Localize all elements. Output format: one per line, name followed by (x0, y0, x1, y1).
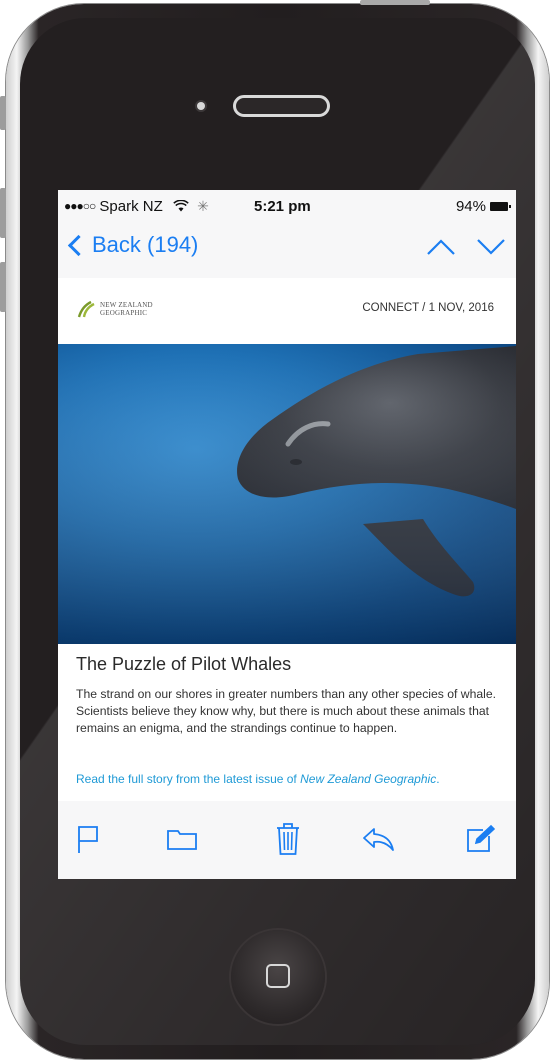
article-body: The strand on our shores in greater numb… (76, 687, 497, 735)
volume-down-button (0, 262, 6, 312)
chevron-up-icon (427, 239, 455, 255)
mail-toolbar (58, 801, 516, 879)
reply-button[interactable] (360, 821, 396, 857)
earpiece-speaker (233, 95, 330, 117)
status-bar: ●●●○○ Spark NZ ✳ 5:21 pm 94% (58, 190, 516, 224)
link-suffix: . (436, 772, 440, 786)
power-button (360, 0, 430, 5)
nz-geographic-logo: NEW ZEALAND GEOGRAPHIC (76, 300, 153, 318)
reply-icon (363, 828, 394, 851)
move-to-folder-button[interactable] (164, 821, 200, 857)
battery-percent: 94% (455, 198, 486, 215)
article-title: The Puzzle of Pilot Whales (76, 654, 292, 674)
compose-button[interactable] (462, 821, 498, 857)
email-content: NEW ZEALAND GEOGRAPHIC CONNECT / 1 NOV, … (58, 278, 516, 801)
trash-button[interactable] (270, 821, 306, 857)
status-time: 5:21 pm (254, 198, 311, 215)
email-dateline: CONNECT / 1 NOV, 2016 (362, 302, 494, 314)
compose-icon (467, 824, 495, 852)
flag-button[interactable] (70, 821, 106, 857)
battery-icon (490, 202, 511, 211)
back-label: Back (194) (92, 232, 199, 257)
chevron-left-icon (67, 234, 90, 256)
status-carrier-group: ●●●○○ Spark NZ ✳ (64, 198, 209, 215)
read-full-story-link[interactable]: Read the full story from the latest issu… (76, 772, 516, 786)
whale-photo (58, 344, 516, 644)
volume-up-button (0, 188, 6, 238)
phone-screen: ●●●○○ Spark NZ ✳ 5:21 pm 94% Back (194) (58, 190, 516, 879)
activity-spinner-icon: ✳ (197, 198, 209, 214)
chevron-down-icon (477, 239, 505, 255)
logo-line-1: NEW ZEALAND (100, 301, 153, 309)
back-button[interactable]: Back (194) (66, 232, 198, 258)
email-header: NEW ZEALAND GEOGRAPHIC CONNECT / 1 NOV, … (58, 278, 516, 344)
logo-line-2: GEOGRAPHIC (100, 309, 148, 317)
logo-wordmark: NEW ZEALAND GEOGRAPHIC (100, 301, 153, 317)
link-publication: New Zealand Geographic (300, 772, 437, 786)
home-button-icon (266, 964, 290, 988)
mute-switch (0, 96, 6, 130)
pilot-whale-image[interactable] (58, 344, 516, 644)
flag-icon (78, 826, 98, 853)
signal-strength: ●●●○○ (64, 199, 96, 213)
next-message-button[interactable] (476, 236, 506, 258)
front-camera (197, 102, 205, 110)
trash-icon (277, 823, 299, 855)
carrier-name: Spark NZ (99, 198, 163, 215)
folder-icon (167, 830, 197, 850)
previous-message-button[interactable] (426, 236, 456, 258)
mail-nav-bar: Back (194) (58, 224, 516, 268)
wifi-icon (173, 199, 189, 212)
message-nav (426, 236, 506, 258)
fern-logo-icon (77, 300, 95, 318)
link-text: Read the full story from the latest issu… (76, 772, 301, 786)
